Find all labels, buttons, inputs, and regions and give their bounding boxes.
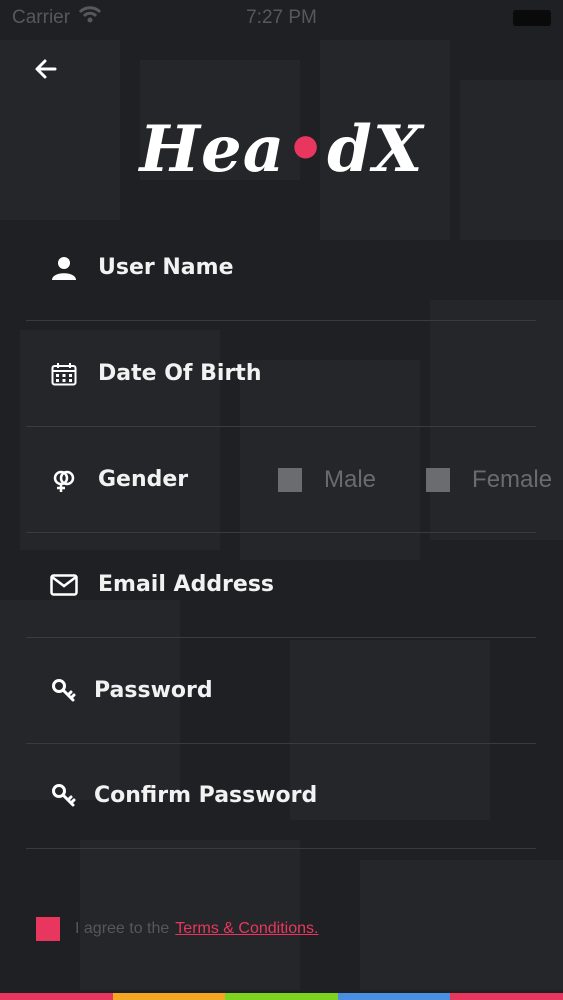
username-label: User Name	[98, 255, 234, 280]
email-field[interactable]: Email Address	[26, 532, 536, 638]
agree-text: I agree to the	[75, 920, 170, 937]
terms-agreement: I agree to the Terms & Conditions.	[36, 917, 318, 941]
gender-label: Gender	[98, 467, 189, 492]
stripe-segment	[337, 993, 451, 1000]
password-label: Password	[94, 678, 213, 703]
stripe-segment	[112, 993, 226, 1000]
male-checkbox[interactable]	[278, 468, 302, 492]
gender-field: Gender Male Female	[26, 427, 552, 533]
password-field[interactable]: Password	[26, 638, 536, 744]
app-logo: Hea•dX	[139, 112, 424, 187]
color-stripe	[0, 993, 563, 1000]
female-label: Female	[472, 466, 553, 493]
female-checkbox[interactable]	[426, 468, 451, 492]
terms-link[interactable]: Terms & Conditions.	[175, 920, 318, 938]
email-label: Email Address	[98, 572, 275, 597]
agree-checkbox[interactable]	[36, 917, 60, 941]
dob-label: Date Of Birth	[98, 361, 262, 386]
gender-icon	[50, 466, 78, 494]
username-field[interactable]: User Name	[26, 215, 536, 321]
clock: 7:27 PM	[246, 7, 317, 28]
confirm-password-field[interactable]: Confirm Password	[26, 743, 536, 849]
stripe-segment	[225, 993, 338, 1000]
female-option[interactable]: Female	[426, 466, 552, 494]
stripe-segment	[0, 993, 113, 1000]
back-button[interactable]	[30, 55, 62, 87]
arrow-left-icon	[35, 59, 57, 84]
male-option[interactable]: Male	[278, 466, 376, 494]
user-icon	[50, 254, 78, 282]
key-icon	[50, 782, 78, 810]
key-icon	[50, 677, 78, 705]
dob-field[interactable]: Date Of Birth	[26, 321, 536, 427]
envelope-icon	[50, 571, 78, 599]
status-bar: Carrier 7:27 PM	[0, 0, 563, 36]
stripe-segment	[450, 993, 563, 1000]
male-label: Male	[324, 466, 377, 493]
confirm-password-label: Confirm Password	[94, 783, 318, 808]
calendar-icon	[50, 360, 78, 388]
battery-icon	[513, 10, 551, 26]
